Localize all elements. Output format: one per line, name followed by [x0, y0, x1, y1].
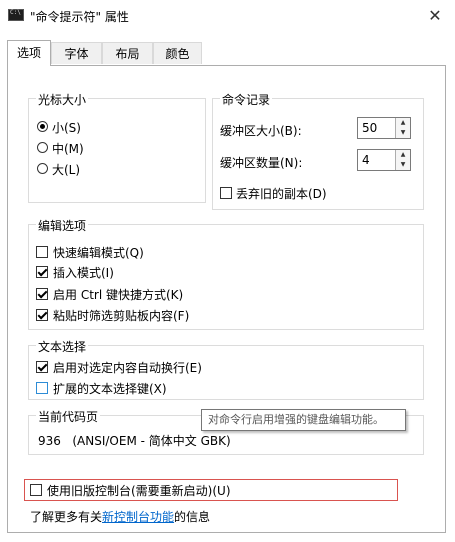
learn-more-suffix: 的信息 [174, 510, 211, 524]
insert-mode-label[interactable]: 插入模式(I) [53, 264, 114, 281]
radio-cursor-large-label[interactable]: 大(L) [52, 161, 80, 178]
window-title: "命令提示符" 属性 [30, 10, 129, 24]
filter-clipboard-label[interactable]: 粘贴时筛选剪贴板内容(F) [53, 307, 189, 324]
code-page-title: 当前代码页 [36, 408, 101, 425]
console-app-icon [8, 9, 24, 21]
tab-options[interactable]: 选项 [7, 40, 51, 66]
legacy-console-checkbox[interactable] [30, 484, 42, 496]
radio-cursor-large[interactable] [37, 163, 48, 174]
buffer-count-label: 缓冲区数量(N): [220, 156, 303, 170]
learn-more-prefix: 了解更多有关 [30, 510, 103, 524]
quick-edit-checkbox[interactable] [36, 246, 48, 258]
tab-colors[interactable]: 颜色 [153, 42, 202, 64]
line-wrap-selection-checkbox[interactable] [36, 361, 48, 373]
radio-cursor-small[interactable] [37, 121, 48, 132]
extended-selection-keys-label[interactable]: 扩展的文本选择键(X) [53, 380, 167, 397]
buffer-size-spin-buttons: ▲ ▼ [395, 118, 410, 138]
filter-clipboard-checkbox[interactable] [36, 309, 48, 321]
title-bar: "命令提示符" 属性 ✕ [0, 0, 455, 34]
quick-edit-label[interactable]: 快速编辑模式(Q) [53, 244, 144, 261]
spin-down-icon[interactable]: ▼ [396, 160, 410, 170]
buffer-count-value[interactable]: 4 [362, 153, 370, 167]
new-console-features-link[interactable]: 新控制台功能 [102, 510, 174, 524]
discard-duplicates-label[interactable]: 丢弃旧的副本(D) [236, 185, 327, 202]
buffer-size-label: 缓冲区大小(B): [220, 124, 302, 138]
radio-cursor-medium[interactable] [37, 142, 48, 153]
ctrl-shortcuts-label[interactable]: 启用 Ctrl 键快捷方式(K) [53, 286, 183, 303]
radio-cursor-medium-label[interactable]: 中(M) [52, 140, 84, 157]
buffer-size-stepper[interactable]: 50 ▲ ▼ [357, 117, 411, 139]
tab-font[interactable]: 字体 [51, 42, 102, 64]
buffer-count-spin-buttons: ▲ ▼ [395, 150, 410, 170]
close-icon[interactable]: ✕ [424, 6, 446, 28]
legacy-console-label[interactable]: 使用旧版控制台(需要重新启动)(U) [47, 482, 231, 499]
code-page-value: 936 (ANSI/OEM - 简体中文 GBK) [38, 434, 231, 448]
cursor-size-title: 光标大小 [36, 91, 89, 108]
buffer-size-value[interactable]: 50 [362, 121, 377, 135]
radio-cursor-small-label[interactable]: 小(S) [52, 119, 81, 136]
learn-more-text: 了解更多有关新控制台功能的信息 [30, 508, 210, 525]
spin-down-icon[interactable]: ▼ [396, 128, 410, 138]
command-history-title: 命令记录 [220, 91, 273, 108]
text-selection-title: 文本选择 [36, 338, 89, 355]
extended-selection-keys-checkbox[interactable] [36, 382, 48, 394]
edit-options-title: 编辑选项 [36, 217, 89, 234]
insert-mode-checkbox[interactable] [36, 266, 48, 278]
ctrl-shortcuts-checkbox[interactable] [36, 288, 48, 300]
discard-duplicates-checkbox[interactable] [220, 187, 232, 199]
tooltip: 对命令行启用增强的键盘编辑功能。 [201, 409, 406, 431]
line-wrap-selection-label[interactable]: 启用对选定内容自动换行(E) [53, 359, 202, 376]
tab-layout[interactable]: 布局 [102, 42, 153, 64]
buffer-count-stepper[interactable]: 4 ▲ ▼ [357, 149, 411, 171]
